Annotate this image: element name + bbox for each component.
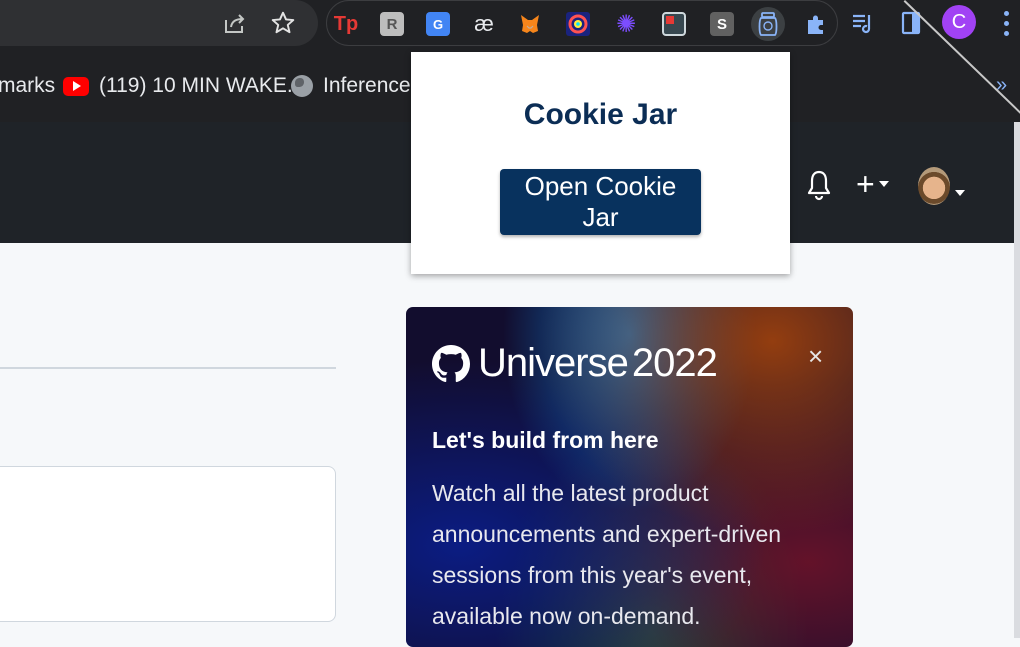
content-box[interactable] <box>0 466 336 622</box>
bookmark-inference[interactable]: Inference P <box>291 74 430 98</box>
universe-card-body: Watch all the latest product announcemen… <box>432 480 782 629</box>
rk-extension-label: R <box>380 12 404 36</box>
browser-toolbar: Tp R G æ ✺ S C <box>0 0 1020 50</box>
google-translate-label: G <box>426 12 450 36</box>
cookie-jar-extension-icon[interactable] <box>751 7 785 41</box>
close-icon[interactable]: × <box>808 341 823 372</box>
notifications-bell-icon[interactable] <box>806 168 832 207</box>
create-new-dropdown[interactable]: + <box>856 166 889 202</box>
share-icon[interactable] <box>218 6 252 40</box>
bookmark-label: (119) 10 MIN WAKE... <box>99 74 305 97</box>
color-picker-icon[interactable] <box>561 7 595 41</box>
sparkle-extension-icon[interactable]: ✺ <box>609 7 643 41</box>
bookmark-star-icon[interactable] <box>266 6 300 40</box>
extensions-strip: Tp R G æ ✺ S <box>326 0 838 46</box>
side-panel-icon[interactable] <box>894 6 928 40</box>
s-extension-label: S <box>710 12 734 36</box>
bookmark-label: marks <box>0 74 56 97</box>
globe-icon <box>291 75 313 97</box>
page-scrollbar[interactable] <box>1014 122 1020 638</box>
universe-2022-card: Universe 2022 × Let's build from here Wa… <box>406 307 853 647</box>
youtube-icon <box>63 76 89 96</box>
bookmark-all-bookmarks[interactable]: marks <box>0 74 55 98</box>
google-translate-icon[interactable]: G <box>421 7 455 41</box>
profile-avatar[interactable]: C <box>942 5 976 39</box>
user-avatar[interactable] <box>918 167 950 205</box>
extensions-puzzle-icon[interactable] <box>799 7 833 41</box>
ae-extension-label: æ <box>474 11 494 36</box>
universe-card-title: Universe 2022 <box>432 341 718 386</box>
tp-extension-icon[interactable]: Tp <box>329 7 363 41</box>
avatar-caret-down-icon[interactable] <box>955 183 965 201</box>
cookie-jar-popup: Cookie Jar Open Cookie Jar <box>411 52 790 274</box>
chrome-menu-icon[interactable] <box>996 8 1016 38</box>
notes-extension-icon[interactable] <box>657 7 691 41</box>
universe-year: 2022 <box>631 341 718 385</box>
sparkle-extension-label: ✺ <box>615 10 637 38</box>
popup-title: Cookie Jar <box>523 98 678 131</box>
github-octocat-icon <box>432 344 470 382</box>
notes-mark-icon <box>666 16 674 24</box>
tp-extension-label: Tp <box>333 12 359 35</box>
metamask-fox-icon[interactable] <box>513 7 547 41</box>
reading-list-icon[interactable] <box>846 6 880 40</box>
rk-extension-icon[interactable]: R <box>375 7 409 41</box>
section-divider <box>0 367 336 369</box>
caret-down-icon <box>878 181 889 187</box>
address-bar[interactable] <box>0 0 318 46</box>
bookmark-youtube[interactable]: (119) 10 MIN WAKE... <box>63 74 304 98</box>
universe-word: Universe <box>478 341 629 385</box>
ae-extension-icon[interactable]: æ <box>467 7 501 41</box>
s-extension-icon[interactable]: S <box>705 7 739 41</box>
plus-icon: + <box>856 166 875 202</box>
universe-card-subtitle: Let's build from here <box>432 427 659 453</box>
open-cookie-jar-button[interactable]: Open Cookie Jar <box>500 169 701 235</box>
